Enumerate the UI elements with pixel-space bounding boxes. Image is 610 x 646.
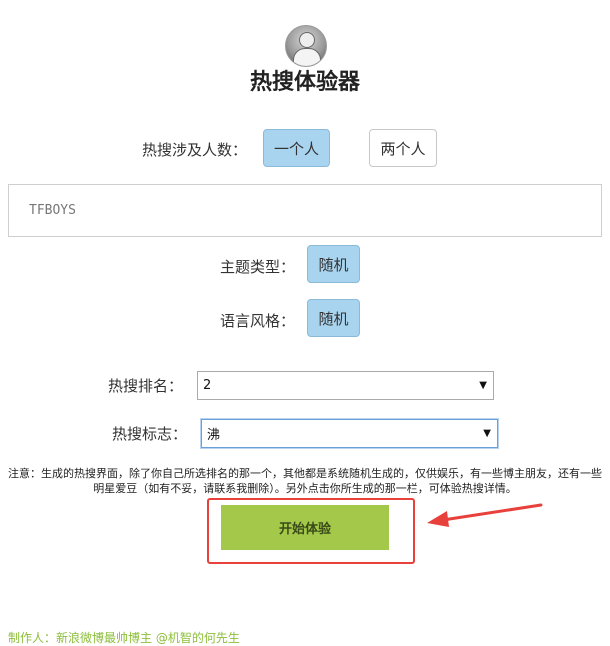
people-count-label: 热搜涉及人数： (142, 141, 248, 159)
language-style-label: 语言风格： (220, 312, 296, 330)
rank-label: 热搜排名： (108, 377, 184, 395)
badge-select-value: 沸 (207, 428, 221, 443)
theme-type-label: 主题类型： (220, 258, 296, 276)
avatar (285, 25, 327, 67)
style-random-button[interactable]: 随机 (307, 299, 360, 337)
two-people-button[interactable]: 两个人 (369, 129, 437, 167)
notice-text: 注意：生成的热搜界面，除了你自己所选排名的那一个，其他都是系统随机生成的，仅供娱… (8, 467, 602, 495)
start-button[interactable]: 开始体验 (221, 505, 389, 550)
badge-label: 热搜标志： (112, 425, 188, 443)
rank-select[interactable]: 2 ▼ (197, 371, 494, 400)
name-input-value: TFBOYS (29, 203, 76, 218)
one-person-button[interactable]: 一个人 (263, 129, 330, 167)
badge-select[interactable]: 沸 ▼ (201, 419, 498, 448)
chevron-down-icon: ▼ (483, 428, 491, 439)
theme-random-button[interactable]: 随机 (307, 245, 360, 283)
chevron-down-icon: ▼ (479, 380, 487, 391)
red-arrow-annotation-icon (427, 503, 543, 527)
rank-select-value: 2 (203, 378, 212, 393)
name-input[interactable]: TFBOYS (8, 184, 602, 237)
avatar-head-shape (299, 32, 315, 48)
page-title: 热搜体验器 (249, 70, 360, 95)
footer-credit: 制作人：新浪微博最帅博主 @机智的何先生 (8, 631, 240, 645)
